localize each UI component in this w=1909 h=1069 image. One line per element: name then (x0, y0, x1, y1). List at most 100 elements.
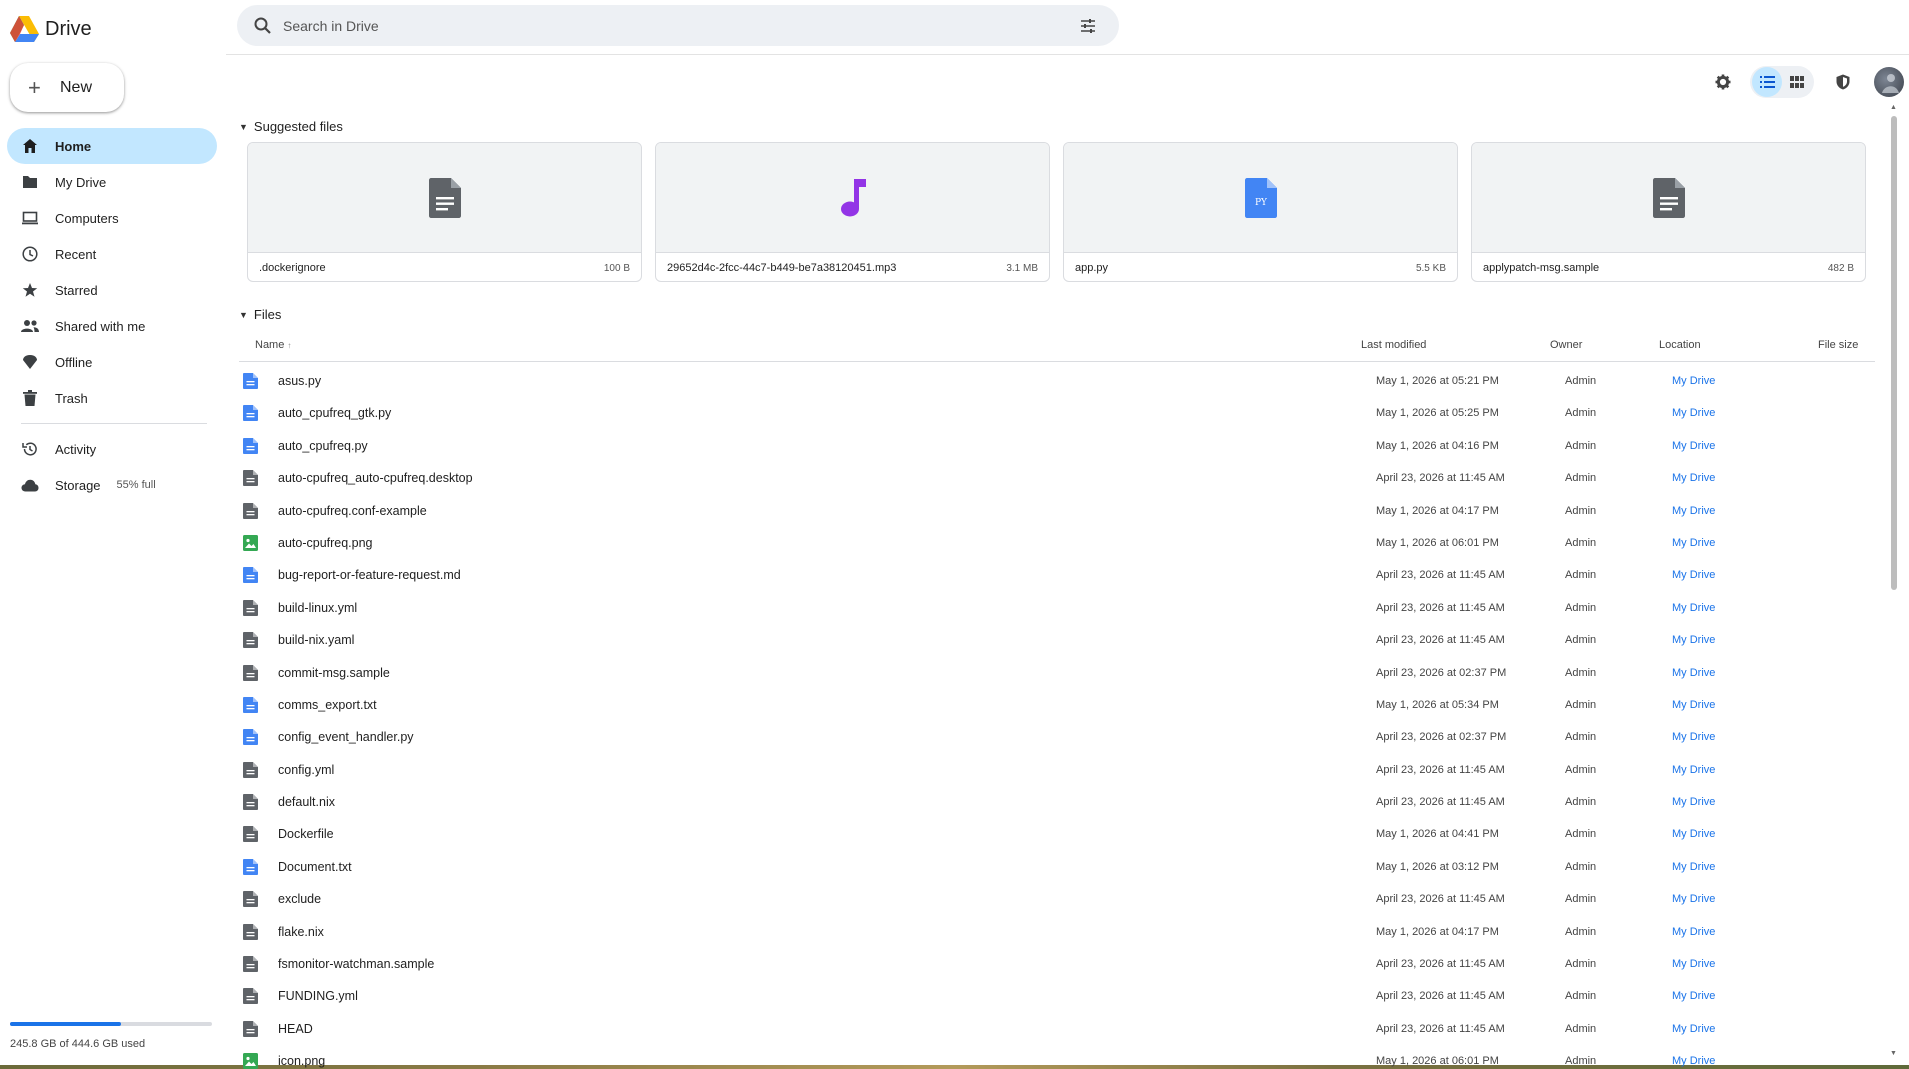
suggested-file-name: .dockerignore (259, 262, 326, 274)
file-location-link[interactable]: My Drive (1672, 893, 1715, 905)
sidebar-item-my-drive[interactable]: My Drive (7, 164, 217, 200)
table-row[interactable]: config.yml April 23, 2026 at 11:45 AM Admi… (239, 755, 1875, 787)
sidebar-item-starred[interactable]: Starred (7, 272, 217, 308)
document-icon (1652, 177, 1685, 218)
file-location-link[interactable]: My Drive (1672, 407, 1715, 419)
table-row[interactable]: config_event_handler.py April 23, 2026 at… (239, 722, 1875, 754)
text-file-icon (243, 696, 258, 713)
file-location-link[interactable]: My Drive (1672, 569, 1715, 581)
file-location-link[interactable]: My Drive (1672, 1055, 1715, 1067)
file-location-link[interactable]: My Drive (1672, 958, 1715, 970)
file-location-link[interactable]: My Drive (1672, 667, 1715, 679)
suggested-file-card[interactable]: PY app.py 5.5 KB (1063, 142, 1458, 282)
table-row[interactable]: Dockerfile May 1, 2026 at 04:41 PM Admin My… (239, 819, 1875, 851)
search-options-icon[interactable] (1079, 17, 1097, 35)
file-location-link[interactable]: My Drive (1672, 828, 1715, 840)
sidebar-item-computers[interactable]: Computers (7, 200, 217, 236)
sidebar-item-activity[interactable]: Activity (7, 431, 217, 467)
text-file-icon (243, 437, 258, 454)
column-header-last-modified[interactable]: Last modified (1361, 339, 1426, 351)
file-last-modified: May 1, 2026 at 06:01 PM (1376, 1055, 1499, 1068)
table-row[interactable]: fsmonitor-watchman.sample April 23, 2026 … (239, 949, 1875, 981)
table-row[interactable]: bug-report-or-feature-request.md April 23… (239, 560, 1875, 592)
file-location-link[interactable]: My Drive (1672, 699, 1715, 711)
table-row[interactable]: auto_cpufreq_gtk.py May 1, 2026 at 05:25 … (239, 398, 1875, 430)
table-row[interactable]: auto-cpufreq.conf-example May 1, 2026 at … (239, 496, 1875, 528)
file-location-link[interactable]: My Drive (1672, 764, 1715, 776)
file-name: HEAD (278, 1021, 313, 1036)
suggested-file-card[interactable]: applypatch-msg.sample 482 B (1471, 142, 1866, 282)
file-thumbnail (1472, 143, 1865, 253)
settings-button[interactable] (1708, 67, 1738, 97)
table-row[interactable]: build-linux.yml April 23, 2026 at 11:45 A… (239, 593, 1875, 625)
file-location-link[interactable]: My Drive (1672, 505, 1715, 517)
column-header-name[interactable]: Name ↑ (255, 339, 291, 351)
generic-file-icon (243, 599, 258, 616)
file-location-link[interactable]: My Drive (1672, 472, 1715, 484)
list-view-icon (1759, 76, 1775, 88)
search-bar[interactable]: Search in Drive (237, 5, 1119, 46)
sidebar-item-home[interactable]: Home (7, 128, 217, 164)
table-row[interactable]: FUNDING.yml April 23, 2026 at 11:45 AM Adm… (239, 981, 1875, 1013)
file-location-link[interactable]: My Drive (1672, 440, 1715, 452)
suggested-file-card[interactable]: .dockerignore 100 B (247, 142, 642, 282)
files-header[interactable]: ▼ Files (239, 307, 281, 322)
scrollbar-thumb[interactable] (1891, 116, 1897, 590)
table-row[interactable]: flake.nix May 1, 2026 at 04:17 PM Admin My … (239, 917, 1875, 949)
sidebar-item-storage[interactable]: Storage 55% full (7, 467, 217, 503)
trash-icon (21, 389, 39, 407)
admin-security-button[interactable] (1828, 67, 1858, 97)
table-row[interactable]: asus.py May 1, 2026 at 05:21 PM Admin My Dr… (239, 366, 1875, 398)
scroll-down-arrow-icon[interactable]: ▼ (1890, 1050, 1897, 1057)
file-owner: Admin (1565, 860, 1597, 873)
drive-logo[interactable]: Drive (9, 14, 92, 44)
file-location-link[interactable]: My Drive (1672, 926, 1715, 938)
table-row[interactable]: Document.txt May 1, 2026 at 03:12 PM Admin… (239, 852, 1875, 884)
file-location-link[interactable]: My Drive (1672, 375, 1715, 387)
table-row[interactable]: auto_cpufreq.py May 1, 2026 at 04:16 PM Ad… (239, 431, 1875, 463)
avatar[interactable] (1874, 67, 1904, 97)
list-view-button[interactable] (1752, 67, 1782, 97)
file-location-link[interactable]: My Drive (1672, 1023, 1715, 1035)
file-last-modified: April 23, 2026 at 11:45 AM (1376, 1022, 1505, 1035)
file-location-link[interactable]: My Drive (1672, 731, 1715, 743)
text-file-icon (243, 373, 258, 389)
suggested-files-header[interactable]: ▼ Suggested files (239, 119, 343, 134)
column-header-owner[interactable]: Owner (1550, 339, 1582, 351)
column-header-location[interactable]: Location (1659, 339, 1701, 351)
table-row[interactable]: comms_export.txt May 1, 2026 at 05:34 PM A… (239, 690, 1875, 722)
scrollbar[interactable]: ▲ ▼ (1890, 104, 1898, 1059)
file-location-link[interactable]: My Drive (1672, 796, 1715, 808)
table-row[interactable]: auto-cpufreq_auto-cpufreq.desktop April 2… (239, 463, 1875, 495)
grid-view-icon (1790, 76, 1804, 88)
sidebar-item-trash[interactable]: Trash (7, 380, 217, 416)
column-header-file-size[interactable]: File size (1818, 339, 1858, 351)
sidebar-item-recent[interactable]: Recent (7, 236, 217, 272)
sidebar-item-shared-with-me[interactable]: Shared with me (7, 308, 217, 344)
file-owner: Admin (1565, 1055, 1597, 1068)
file-location-link[interactable]: My Drive (1672, 990, 1715, 1002)
file-owner: Admin (1565, 407, 1597, 420)
new-button[interactable]: + New (10, 63, 124, 112)
grid-view-button[interactable] (1782, 67, 1812, 97)
file-last-modified: May 1, 2026 at 06:01 PM (1376, 536, 1499, 549)
document-icon (428, 177, 461, 218)
file-location-link[interactable]: My Drive (1672, 537, 1715, 549)
table-row[interactable]: icon.png May 1, 2026 at 06:01 PM Admin My D… (239, 1046, 1875, 1069)
image-file-icon (243, 1053, 258, 1069)
table-row[interactable]: auto-cpufreq.png May 1, 2026 at 06:01 PM A… (239, 528, 1875, 560)
table-row[interactable]: build-nix.yaml April 23, 2026 at 11:45 AM… (239, 625, 1875, 657)
suggested-file-card[interactable]: 29652d4c-2fcc-44c7-b449-be7a38120451.mp3… (655, 142, 1050, 282)
table-row[interactable]: HEAD April 23, 2026 at 11:45 AM Admin My Dr… (239, 1014, 1875, 1046)
table-row[interactable]: exclude April 23, 2026 at 11:45 AM Admin My… (239, 884, 1875, 916)
table-row[interactable]: commit-msg.sample April 23, 2026 at 02:37… (239, 658, 1875, 690)
search-input[interactable]: Search in Drive (283, 18, 1079, 34)
file-last-modified: April 23, 2026 at 02:37 PM (1376, 666, 1507, 679)
file-location-link[interactable]: My Drive (1672, 861, 1715, 873)
table-row[interactable]: default.nix April 23, 2026 at 11:45 AM Adm… (239, 787, 1875, 819)
sidebar-item-offline[interactable]: Offline (7, 344, 217, 380)
file-location-link[interactable]: My Drive (1672, 602, 1715, 614)
file-location-link[interactable]: My Drive (1672, 634, 1715, 646)
file-owner: Admin (1565, 504, 1597, 517)
scroll-up-arrow-icon[interactable]: ▲ (1890, 104, 1897, 111)
